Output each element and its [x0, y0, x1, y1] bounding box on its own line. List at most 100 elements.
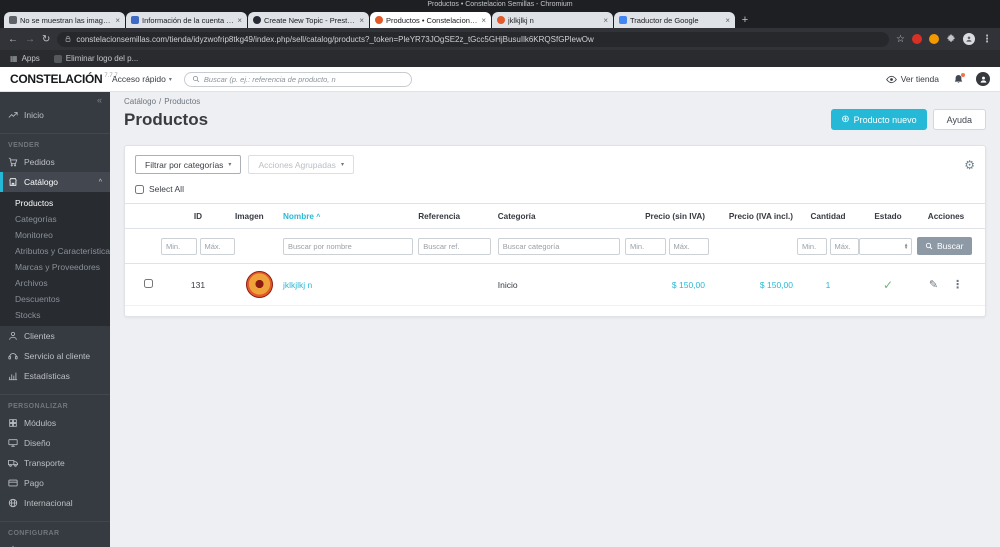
breadcrumb: Catálogo / Productos: [124, 92, 986, 106]
search-icon: [192, 75, 200, 83]
apps-shortcut[interactable]: ▦ Apps: [10, 54, 40, 63]
bookmark-item[interactable]: Eliminar logo del p...: [53, 54, 138, 63]
filter-id-min-input[interactable]: [161, 237, 197, 255]
browser-menu-icon[interactable]: ⋮: [982, 34, 992, 45]
tab-close-icon[interactable]: ×: [481, 16, 486, 25]
breadcrumb-parent[interactable]: Catálogo: [124, 97, 156, 106]
sidebar-subitem-stocks[interactable]: Stocks: [0, 307, 110, 323]
estado-filter-select[interactable]: ▲ ▼: [859, 237, 913, 255]
sidebar-subitem-monitoreo[interactable]: Monitoreo: [0, 227, 110, 243]
filter-category-input[interactable]: [497, 237, 620, 255]
breadcrumb-current: Productos: [164, 97, 201, 106]
shop-logo-text: CONSTELACIÓN: [10, 72, 103, 86]
admin-search[interactable]: [183, 71, 412, 87]
tab-title: Información de la cuenta | hPa: [142, 15, 235, 25]
forward-button[interactable]: →: [25, 34, 35, 45]
sidebar-item-modulos[interactable]: Módulos: [0, 413, 110, 433]
sidebar-item-clientes[interactable]: Clientes: [0, 326, 110, 346]
edit-pencil-icon[interactable]: ✎: [929, 278, 938, 291]
browser-tab-6[interactable]: Traductor de Google ×: [614, 12, 735, 28]
extension-icon-red[interactable]: [912, 34, 922, 44]
sidebar-subitem-archivos[interactable]: Archivos: [0, 275, 110, 291]
sidebar-subitem-categorias[interactable]: Categorías: [0, 211, 110, 227]
sidebar-subitem-descuentos[interactable]: Descuentos: [0, 291, 110, 307]
col-cantidad[interactable]: Cantidad: [797, 212, 859, 221]
row-checkbox[interactable]: [143, 279, 153, 288]
tab-title: jklkjlkj n: [508, 15, 534, 25]
notifications-bell[interactable]: [953, 72, 965, 85]
filter-reference-input[interactable]: [418, 237, 492, 255]
tab-close-icon[interactable]: ×: [115, 16, 120, 25]
shop-logo[interactable]: CONSTELACIÓN 7.7.7: [10, 72, 118, 86]
bookmark-star-icon[interactable]: ☆: [896, 34, 905, 45]
col-referencia[interactable]: Referencia: [418, 212, 498, 221]
sidebar-item-transporte[interactable]: Transporte: [0, 453, 110, 473]
reload-button[interactable]: ↻: [42, 34, 50, 45]
filter-id-max-input[interactable]: [199, 237, 235, 255]
col-id[interactable]: ID: [161, 212, 235, 221]
sidebar-subitem-marcas[interactable]: Marcas y Proveedores: [0, 259, 110, 275]
sidebar-item-estadisticas[interactable]: Estadísticas: [0, 366, 110, 386]
sidebar-item-internacional[interactable]: Internacional: [0, 493, 110, 513]
help-button[interactable]: Ayuda: [932, 109, 986, 130]
search-button[interactable]: Buscar: [917, 237, 972, 255]
sidebar-item-pedidos[interactable]: Pedidos: [0, 152, 110, 172]
browser-profile-avatar[interactable]: [963, 33, 975, 45]
extensions-puzzle-icon[interactable]: [946, 34, 956, 44]
notification-badge: [961, 72, 965, 77]
browser-tab-2[interactable]: Información de la cuenta | hPa ×: [126, 12, 247, 28]
browser-tab-4-active[interactable]: Productos • Constelacion Semi ×: [370, 12, 491, 28]
col-precio-iva-incl[interactable]: Precio (IVA incl.): [709, 212, 797, 221]
filter-categories-button[interactable]: Filtrar por categorías ▾: [135, 155, 242, 174]
product-row: 131 jklkjlkj n Inicio $ 150,00 $ 150,00 …: [125, 264, 985, 306]
browser-tab-1[interactable]: No se muestran las imagenes ×: [4, 12, 125, 28]
person-icon: [980, 76, 986, 83]
sidebar-item-catalogo[interactable]: Catálogo ^: [0, 172, 110, 192]
product-name-link[interactable]: jklkjlkj n: [283, 280, 312, 290]
sidebar-subitem-atributos[interactable]: Atributos y Características: [0, 243, 110, 259]
filter-quantity-min-input[interactable]: [797, 237, 827, 255]
tab-close-icon[interactable]: ×: [359, 16, 364, 25]
status-active-check-icon[interactable]: ✓: [859, 278, 917, 292]
sidebar-item-servicio[interactable]: Servicio al cliente: [0, 346, 110, 366]
sidebar-item-diseno[interactable]: Diseño: [0, 433, 110, 453]
select-all-checkbox[interactable]: [135, 184, 144, 194]
col-categoria[interactable]: Categoría: [498, 212, 625, 221]
sidebar-collapse-button[interactable]: «: [0, 92, 110, 105]
quick-access-dropdown[interactable]: Acceso rápido ▾: [112, 74, 172, 84]
sidebar-item-parametros[interactable]: Parámetros de la tienda: [0, 540, 110, 547]
product-thumbnail[interactable]: [245, 271, 273, 298]
browser-tab-3[interactable]: Create New Topic - PrestaShop ×: [248, 12, 369, 28]
admin-search-input[interactable]: [203, 74, 404, 84]
new-product-button[interactable]: ⊕ Producto nuevo: [831, 109, 927, 130]
col-estado[interactable]: Estado: [859, 212, 917, 221]
window-titlebar: Productos • Constelacion Semillas - Chro…: [0, 0, 1000, 10]
extension-icon-orange[interactable]: [929, 34, 939, 44]
filter-price-min-input[interactable]: [625, 237, 666, 255]
tab-close-icon[interactable]: ×: [725, 16, 730, 25]
sidebar-subitem-productos[interactable]: Productos: [0, 195, 110, 211]
tab-favicon: [497, 16, 505, 24]
profile-avatar[interactable]: [976, 72, 990, 86]
grouped-actions-button[interactable]: Acciones Agrupadas ▾: [248, 155, 354, 174]
browser-tab-5[interactable]: jklkjlkj n ×: [492, 12, 613, 28]
filter-name-input[interactable]: [283, 237, 413, 255]
select-all[interactable]: Select All: [125, 181, 985, 203]
tab-close-icon[interactable]: ×: [237, 16, 242, 25]
select-down-icon: ▼: [903, 245, 909, 250]
col-precio-sin-iva[interactable]: Precio (sin IVA): [625, 212, 709, 221]
url-bar[interactable]: constelacionsemillas.com/tienda/idyzwofr…: [57, 31, 890, 47]
admin-sidebar: « Inicio VENDER Pedidos Catálogo ^ Produ…: [0, 92, 110, 547]
filter-price-max-input[interactable]: [668, 237, 709, 255]
view-shop-link[interactable]: Ver tienda: [885, 74, 939, 85]
new-tab-button[interactable]: +: [736, 12, 754, 28]
panel-settings-gear-icon[interactable]: ⚙: [964, 158, 975, 172]
back-button[interactable]: ←: [8, 34, 18, 45]
truck-icon: [8, 458, 19, 468]
tab-close-icon[interactable]: ×: [603, 16, 608, 25]
row-menu-dots-icon[interactable]: ⋮: [952, 278, 963, 291]
sidebar-item-pago[interactable]: Pago: [0, 473, 110, 493]
col-nombre[interactable]: Nombre ^: [283, 212, 418, 221]
sidebar-item-inicio[interactable]: Inicio: [0, 105, 110, 125]
filter-quantity-max-input[interactable]: [829, 237, 859, 255]
